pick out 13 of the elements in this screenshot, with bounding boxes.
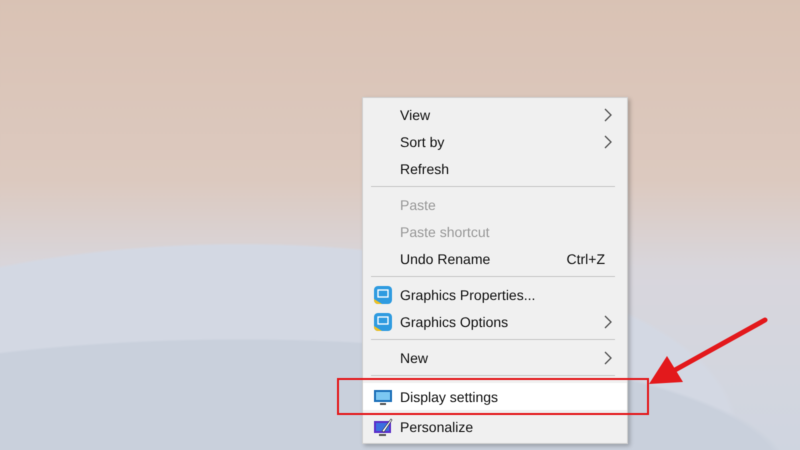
paint-brush-monitor-icon: [373, 416, 393, 436]
menu-item[interactable]: View: [363, 101, 627, 128]
menu-item[interactable]: Personalize: [363, 413, 627, 440]
menu-item[interactable]: Graphics Properties...: [363, 281, 627, 308]
menu-item[interactable]: New: [363, 344, 627, 371]
menu-item[interactable]: Display settings: [363, 383, 627, 410]
graphics-app-icon: [373, 312, 393, 332]
menu-item[interactable]: Sort by: [363, 128, 627, 155]
menu-item[interactable]: Undo Rename Ctrl+Z: [363, 245, 627, 272]
graphics-app-icon: [373, 284, 393, 304]
shortcut-text: Ctrl+Z: [566, 250, 605, 266]
menu-item[interactable]: Graphics Options: [363, 308, 627, 335]
menu-item[interactable]: Refresh: [363, 155, 627, 182]
